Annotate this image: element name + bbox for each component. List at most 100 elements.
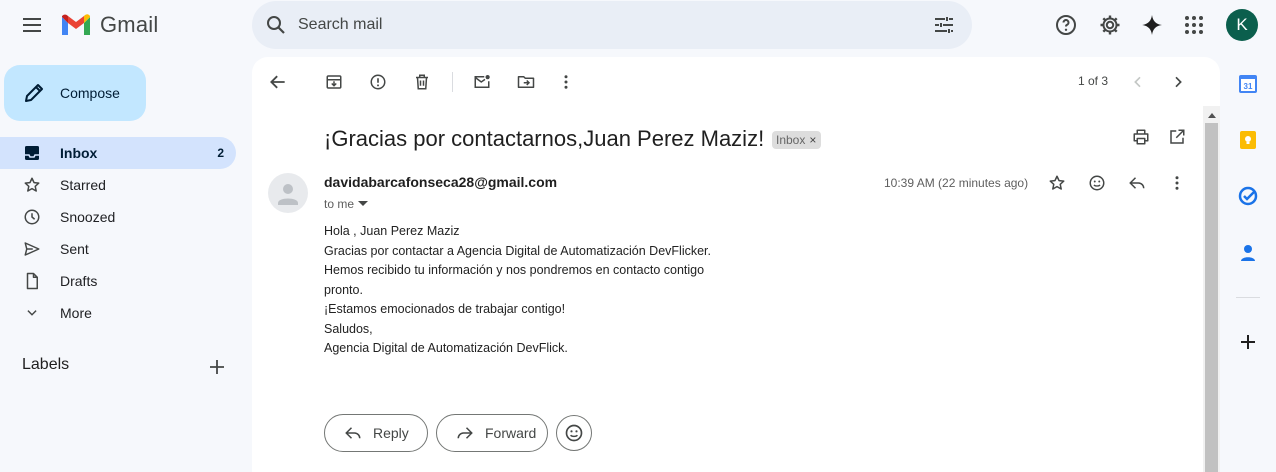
reply-button[interactable]: Reply [324, 414, 428, 452]
calendar-app-button[interactable]: 31 [1236, 72, 1260, 96]
support-button[interactable] [1046, 5, 1086, 45]
sidebar-item-label: Sent [60, 241, 89, 257]
body-line: Hemos recibido tu información y nos pond… [324, 263, 705, 277]
add-reaction-button[interactable] [1077, 163, 1117, 203]
body-line: Gracias por contactar a Agencia Digital … [324, 243, 711, 258]
plus-icon [1241, 335, 1255, 349]
move-to-button[interactable] [506, 62, 546, 102]
archive-button[interactable] [314, 62, 354, 102]
recipient-details[interactable]: to me [324, 197, 369, 211]
emoji-icon [565, 424, 583, 442]
sender-avatar[interactable] [268, 173, 308, 213]
sidebar-item-starred[interactable]: Starred [0, 169, 236, 201]
sidebar-item-inbox[interactable]: Inbox 2 [0, 137, 236, 169]
print-icon [1133, 129, 1149, 145]
remove-label-icon[interactable]: × [809, 133, 816, 147]
star-outline-icon [1049, 175, 1065, 190]
create-label-button[interactable] [204, 354, 230, 380]
older-button[interactable] [1158, 62, 1198, 102]
search-bar[interactable] [252, 1, 972, 49]
emoji-reaction-button[interactable] [556, 415, 592, 451]
settings-button[interactable] [1090, 5, 1130, 45]
search-input[interactable] [298, 1, 924, 49]
search-options-button[interactable] [924, 5, 964, 45]
chevron-left-icon [1134, 76, 1141, 88]
open-in-new-icon [1170, 129, 1185, 144]
open-new-window-button[interactable] [1159, 119, 1195, 155]
mark-unread-button[interactable] [462, 62, 502, 102]
gear-icon [1100, 15, 1120, 35]
keep-icon [1240, 131, 1256, 149]
print-button[interactable] [1123, 119, 1159, 155]
sidebar-item-label: Starred [60, 177, 106, 193]
account-avatar[interactable]: K [1226, 9, 1258, 41]
pagination-text: 1 of 3 [1078, 74, 1109, 88]
compose-button[interactable]: Compose [4, 65, 146, 121]
reply-quick-button[interactable] [1117, 163, 1157, 203]
forward-label: Forward [485, 425, 537, 441]
report-spam-button[interactable] [358, 62, 398, 102]
get-addons-button[interactable] [1236, 330, 1260, 354]
forward-button[interactable]: Forward [436, 414, 548, 452]
main-menu-button[interactable] [12, 5, 52, 45]
body-line: Saludos, [324, 321, 373, 336]
keep-app-button[interactable] [1236, 128, 1260, 152]
scroll-thumb[interactable] [1205, 123, 1218, 472]
arrow-back-icon [270, 75, 285, 89]
sidebar-item-label: Drafts [60, 273, 98, 289]
message-view: 1 of 3 ¡Gracias por contactarnos,Juan Pe… [252, 57, 1220, 472]
search-icon[interactable] [264, 13, 288, 37]
clock-icon [22, 207, 42, 227]
mark-unread-icon [474, 75, 490, 88]
message-more-button[interactable] [1157, 163, 1197, 203]
sidebar-item-label: Snoozed [60, 209, 116, 225]
folder-move-icon [517, 76, 535, 88]
tasks-app-button[interactable] [1236, 184, 1260, 208]
plus-icon [210, 360, 224, 374]
app-name: Gmail [100, 12, 159, 37]
more-vert-icon [1175, 176, 1179, 190]
star-button[interactable] [1037, 163, 1077, 203]
hamburger-icon [23, 18, 41, 32]
label-badge[interactable]: Inbox × [772, 131, 822, 149]
archive-icon [326, 75, 342, 89]
recipient-label: to me [324, 197, 355, 211]
forward-icon [455, 423, 475, 443]
send-icon [22, 239, 42, 259]
star-icon [22, 175, 42, 195]
chevron-down-icon [22, 303, 42, 323]
trash-icon [416, 74, 428, 90]
gemini-button[interactable] [1132, 5, 1172, 45]
newer-button[interactable] [1118, 62, 1158, 102]
tune-icon [935, 17, 953, 33]
labels-heading: Labels [22, 356, 70, 373]
delete-button[interactable] [402, 62, 442, 102]
scroll-up-arrow[interactable] [1203, 106, 1220, 123]
draft-icon [22, 271, 42, 291]
sidebar-item-label: Inbox [60, 145, 98, 161]
chevron-right-icon [1175, 76, 1182, 88]
sparkle-icon [1142, 15, 1162, 35]
person-icon [278, 184, 298, 205]
apps-grid-icon [1185, 16, 1203, 34]
contacts-app-button[interactable] [1236, 241, 1260, 265]
body-line: Agencia Digital de Automatización DevFli… [324, 341, 568, 355]
dropdown-arrow-icon[interactable] [358, 201, 369, 207]
emoji-icon [1089, 175, 1105, 191]
more-actions-button[interactable] [546, 62, 586, 102]
report-icon [370, 74, 386, 90]
tasks-icon [1238, 186, 1258, 206]
sender-email[interactable]: davidabarcafonseca28@gmail.com [324, 174, 557, 190]
more-vert-icon [564, 75, 568, 89]
scrollbar[interactable] [1203, 106, 1220, 472]
google-apps-button[interactable] [1174, 5, 1214, 45]
sidebar-item-drafts[interactable]: Drafts [0, 265, 236, 297]
gmail-logo[interactable]: Gmail [60, 12, 158, 38]
calendar-icon: 31 [1239, 75, 1257, 93]
compose-label: Compose [60, 85, 120, 101]
sidebar-item-sent[interactable]: Sent [0, 233, 236, 265]
sidebar-item-more[interactable]: More [0, 297, 236, 329]
sidebar-item-snoozed[interactable]: Snoozed [0, 201, 236, 233]
help-icon [1056, 15, 1076, 35]
back-button[interactable] [258, 62, 298, 102]
